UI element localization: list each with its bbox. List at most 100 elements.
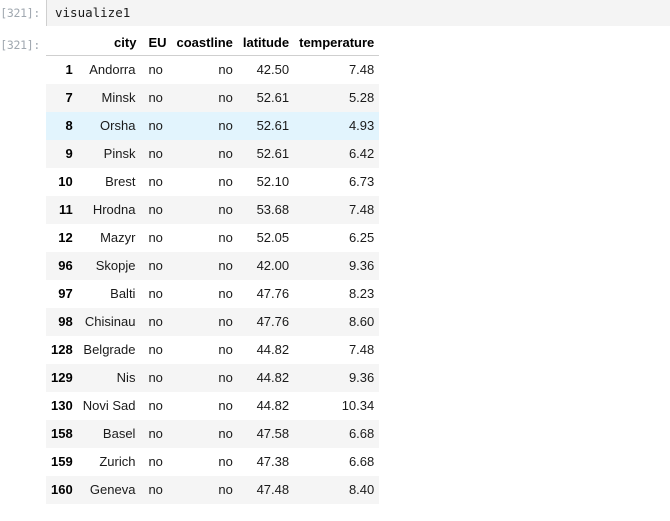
column-header-temperature: temperature (294, 35, 380, 56)
cell-coastline: no (218, 370, 233, 385)
cell-eu: no (148, 230, 163, 245)
cell-latitude: 44.82 (256, 342, 290, 357)
column-header-latitude: latitude (237, 35, 295, 56)
row-index-cell: 9 (65, 146, 73, 161)
table-row: 9 Pinsk no no 52.61 6.42 (46, 139, 380, 168)
column-header-city: city (77, 35, 142, 56)
cell-temperature: 8.60 (348, 314, 375, 329)
cell-coastline: no (218, 426, 233, 441)
cell-coastline: no (218, 202, 233, 217)
cell-latitude: 47.48 (256, 482, 290, 497)
cell-coastline: no (218, 398, 233, 413)
cell-latitude: 53.68 (256, 202, 290, 217)
row-index-cell: 8 (65, 118, 73, 133)
table-row: 12 Mazyr no no 52.05 6.25 (46, 223, 380, 252)
row-index-cell: 160 (51, 482, 73, 497)
table-row: 98 Chisinau no no 47.76 8.60 (46, 307, 380, 336)
code-editor-area[interactable]: visualize1 (46, 0, 670, 26)
cell-city: Geneva (89, 482, 136, 497)
table-row: 96 Skopje no no 42.00 9.36 (46, 251, 380, 280)
cell-temperature: 4.93 (348, 118, 375, 133)
cell-city: Orsha (100, 118, 136, 133)
table-row: 8 Orsha no no 52.61 4.93 (46, 111, 380, 140)
cell-city: Chisinau (84, 314, 136, 329)
cell-temperature: 10.34 (341, 398, 375, 413)
cell-latitude: 47.58 (256, 426, 290, 441)
cell-eu: no (148, 286, 163, 301)
cell-eu: no (148, 314, 163, 329)
cell-temperature: 8.23 (348, 286, 375, 301)
code-cell-input-row: [321]: visualize1 (0, 0, 670, 27)
table-row: 7 Minsk no no 52.61 5.28 (46, 83, 380, 112)
table-row: 1 Andorra no no 42.50 7.48 (46, 55, 380, 84)
output-prompt-label: [321]: (0, 38, 40, 52)
column-header-eu: EU (141, 35, 172, 56)
cell-temperature: 9.36 (348, 370, 375, 385)
cell-temperature: 7.48 (348, 202, 375, 217)
cell-coastline: no (218, 454, 233, 469)
cell-latitude: 44.82 (256, 370, 290, 385)
dataframe-header: city EU coastline latitude temperature (46, 35, 380, 56)
cell-temperature: 8.40 (348, 482, 375, 497)
cell-latitude: 52.10 (256, 174, 290, 189)
code-input-text[interactable]: visualize1 (55, 5, 670, 21)
cell-eu: no (148, 146, 163, 161)
cell-latitude: 42.00 (256, 258, 290, 273)
cell-temperature: 6.25 (348, 230, 375, 245)
row-index-cell: 159 (51, 454, 73, 469)
cell-temperature: 6.42 (348, 146, 375, 161)
cell-temperature: 7.48 (348, 62, 375, 78)
row-index-cell: 129 (51, 370, 73, 385)
cell-city: Pinsk (103, 146, 136, 161)
cell-latitude: 52.61 (256, 118, 290, 133)
cell-city: Skopje (95, 258, 136, 273)
cell-latitude: 52.61 (256, 146, 290, 161)
cell-eu: no (148, 258, 163, 273)
output-area: city EU coastline latitude temperature 1… (46, 35, 670, 504)
cell-coastline: no (218, 314, 233, 329)
cell-city: Belgrade (83, 342, 136, 357)
cell-temperature: 9.36 (348, 258, 375, 273)
cell-coastline: no (218, 286, 233, 301)
row-index-cell: 1 (65, 62, 73, 78)
cell-latitude: 52.05 (256, 230, 290, 245)
cell-city: Novi Sad (82, 398, 136, 413)
cell-city: Zurich (99, 454, 136, 469)
notebook-cell-container: [321]: visualize1 [321]: city EU coastli… (0, 0, 670, 504)
dataframe-body: 1 Andorra no no 42.50 7.48 7 Minsk no no 52.61 5.28… (46, 55, 380, 504)
cell-eu: no (148, 426, 163, 441)
cell-eu: no (148, 174, 163, 189)
cell-eu: no (148, 90, 163, 105)
cell-temperature: 7.48 (348, 342, 375, 357)
index-column-header (46, 35, 78, 56)
cell-eu: no (148, 454, 163, 469)
cell-city: Brest (105, 174, 136, 189)
header-row: city EU coastline latitude temperature (46, 35, 380, 56)
cell-coastline: no (218, 90, 233, 105)
table-row: 97 Balti no no 47.76 8.23 (46, 279, 380, 308)
cell-latitude: 44.82 (256, 398, 290, 413)
row-index-cell: 130 (51, 398, 73, 413)
cell-eu: no (148, 398, 163, 413)
cell-coastline: no (218, 230, 233, 245)
table-row: 159 Zurich no no 47.38 6.68 (46, 447, 380, 476)
cell-city: Hrodna (92, 202, 136, 217)
row-index-cell: 128 (51, 342, 73, 357)
cell-latitude: 47.76 (256, 286, 290, 301)
row-index-cell: 96 (58, 258, 73, 273)
table-row: 128 Belgrade no no 44.82 7.48 (46, 335, 380, 364)
cell-city: Balti (110, 286, 136, 301)
cell-city: Minsk (101, 90, 136, 105)
row-index-cell: 98 (58, 314, 73, 329)
cell-temperature: 6.68 (348, 426, 375, 441)
cell-coastline: no (218, 482, 233, 497)
cell-coastline: no (218, 62, 233, 78)
column-header-coastline: coastline (171, 35, 238, 56)
cell-city: Mazyr (100, 230, 136, 245)
row-index-cell: 12 (58, 230, 73, 245)
cell-latitude: 47.38 (256, 454, 290, 469)
row-index-cell: 158 (51, 426, 73, 441)
code-cell-output-row: [321]: city EU coastline latitude temper… (0, 35, 670, 504)
row-index-cell: 11 (58, 202, 73, 217)
cell-latitude: 52.61 (256, 90, 290, 105)
